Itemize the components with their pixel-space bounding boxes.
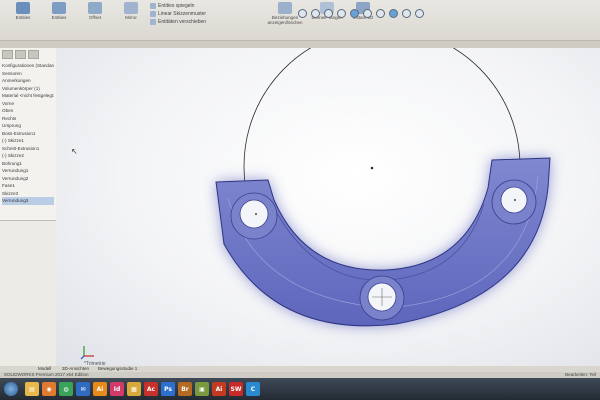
move-entities-command[interactable]: Entitäten verschieben: [150, 18, 206, 26]
photoshop-icon[interactable]: Ps: [161, 382, 175, 396]
tree-item[interactable]: Verrundung2: [2, 175, 54, 183]
offset-entities-label: Offset: [89, 15, 101, 20]
hole-left[interactable]: [230, 192, 278, 240]
hole-right[interactable]: [491, 179, 537, 225]
heads-up-view-toolbar: [298, 9, 424, 18]
ribbon-small-commands: Entities spiegeln Linear Skizzenmuster E…: [150, 2, 206, 26]
mirror-entities-command[interactable]: Entities spiegeln: [150, 2, 206, 10]
feature-manager-panel: Konfigurationen (Standard) Sensoren Anmerk…: [0, 48, 57, 367]
view-settings-icon[interactable]: [415, 9, 424, 18]
move-icon: [150, 19, 156, 25]
tree-item[interactable]: Konfigurationen (Standard): [2, 62, 54, 70]
linear-pattern-icon: [150, 11, 156, 17]
mirror-entities-button[interactable]: Mirror: [114, 2, 148, 20]
previous-view-icon[interactable]: [324, 9, 333, 18]
bridge-icon[interactable]: Br: [178, 382, 192, 396]
tree-item[interactable]: Rechts: [2, 115, 54, 123]
tree-item[interactable]: Vorne: [2, 100, 54, 108]
tree-item[interactable]: Schnitt-Extrusion1: [2, 145, 54, 153]
tree-item[interactable]: Material <nicht festgelegt>: [2, 92, 54, 100]
indesign-icon[interactable]: Id: [110, 382, 124, 396]
start-button-icon[interactable]: [4, 382, 18, 396]
tree-item[interactable]: Skizze3: [2, 190, 54, 198]
configuration-manager-tab[interactable]: [28, 50, 39, 59]
trim-entities-icon: [16, 2, 30, 14]
mirror-entities-icon: [124, 2, 138, 14]
trim-entities-label: Entities: [15, 15, 31, 20]
tree-item[interactable]: (-) Skizze1: [2, 137, 54, 145]
convert-entities-button[interactable]: Entities: [42, 2, 76, 20]
firefox-icon[interactable]: ◉: [42, 382, 56, 396]
hole-center-right: [514, 199, 516, 201]
tree-item[interactable]: Verrundung1: [2, 167, 54, 175]
hole-bottom[interactable]: [359, 275, 405, 321]
mirror-command-label: Entities spiegeln: [158, 3, 195, 9]
status-mode: Bearbeiten: Teil: [565, 372, 596, 377]
explorer-icon[interactable]: ▤: [25, 382, 39, 396]
section-view-icon[interactable]: [337, 9, 346, 18]
hole-center-left: [255, 213, 257, 215]
status-edition: SOLIDWORKS Premium 2017 x64 Edition: [4, 372, 89, 377]
relations-icon: [278, 2, 292, 14]
model-view: [215, 48, 551, 327]
trim-entities-button[interactable]: Entities: [6, 2, 40, 20]
tree-item[interactable]: Fase1: [2, 182, 54, 190]
chrome-icon[interactable]: ◍: [59, 382, 73, 396]
display-style-icon[interactable]: [363, 9, 372, 18]
panel-empty-area: [0, 220, 56, 367]
illustrator-icon[interactable]: Ai: [93, 382, 107, 396]
graphics-area[interactable]: [56, 48, 600, 366]
tree-item[interactable]: Bohrung1: [2, 160, 54, 168]
hide-show-icon[interactable]: [376, 9, 385, 18]
tree-item[interactable]: Anmerkungen: [2, 77, 54, 85]
offset-entities-icon: [88, 2, 102, 14]
outlook-icon[interactable]: ✉: [76, 382, 90, 396]
tree-item[interactable]: Sensoren: [2, 70, 54, 78]
tab-3d-views[interactable]: 3D-Ansichten: [62, 366, 89, 371]
solidworks-window: Entities Entities Offset Mirror Entities…: [0, 0, 600, 400]
tree-item[interactable]: Volumenkörper (1): [2, 85, 54, 93]
tree-item[interactable]: Oben: [2, 107, 54, 115]
mouse-cursor-icon: ↖: [71, 147, 78, 156]
zoom-area-icon[interactable]: [311, 9, 320, 18]
mirror-entities-label: Mirror: [125, 15, 137, 20]
tree-item[interactable]: Ursprung: [2, 122, 54, 130]
media-icon[interactable]: ▣: [195, 382, 209, 396]
tree-item[interactable]: Boss-Extrusion1: [2, 130, 54, 138]
appearance-icon[interactable]: [389, 9, 398, 18]
move-entities-label: Entitäten verschieben: [158, 19, 207, 25]
windows-taskbar: ▤ ◉ ◍ ✉ Ai Id ▦ Ac Ps Br ▣ Ai SW C: [0, 378, 600, 400]
taskbar-icons: ▤ ◉ ◍ ✉ Ai Id ▦ Ac Ps Br ▣ Ai SW C: [25, 382, 260, 396]
scene-icon[interactable]: [402, 9, 411, 18]
solidworks-icon[interactable]: SW: [229, 382, 243, 396]
feature-tree-tab[interactable]: [2, 50, 13, 59]
origin-marker: [370, 166, 374, 170]
convert-entities-icon: [52, 2, 66, 14]
panel-tabs: [0, 48, 56, 61]
orientation-triad-icon: [80, 346, 94, 360]
acrobat-icon[interactable]: Ac: [144, 382, 158, 396]
feature-tree: Konfigurationen (Standard) Sensoren Anmerk…: [0, 61, 56, 206]
property-manager-tab[interactable]: [15, 50, 26, 59]
mirror-icon: [150, 3, 156, 9]
tree-item[interactable]: (-) Skizze2: [2, 152, 54, 160]
linear-pattern-label: Linear Skizzenmuster: [158, 11, 207, 17]
offset-entities-button[interactable]: Offset: [78, 2, 112, 20]
tab-model[interactable]: Modell: [38, 366, 51, 371]
convert-entities-label: Entities: [51, 15, 67, 20]
folder-icon[interactable]: ▦: [127, 382, 141, 396]
view-orientation-icon[interactable]: [350, 9, 359, 18]
tree-item[interactable]: Verrundung3: [2, 197, 54, 205]
linear-pattern-command[interactable]: Linear Skizzenmuster: [150, 10, 206, 18]
cortana-icon[interactable]: C: [246, 382, 260, 396]
tab-motion-study[interactable]: Bewegungsstudie 1: [98, 366, 137, 371]
acrobat2-icon[interactable]: Ai: [212, 382, 226, 396]
ribbon-tool-group: Entities Entities Offset Mirror: [6, 2, 148, 20]
zoom-to-fit-icon[interactable]: [298, 9, 307, 18]
